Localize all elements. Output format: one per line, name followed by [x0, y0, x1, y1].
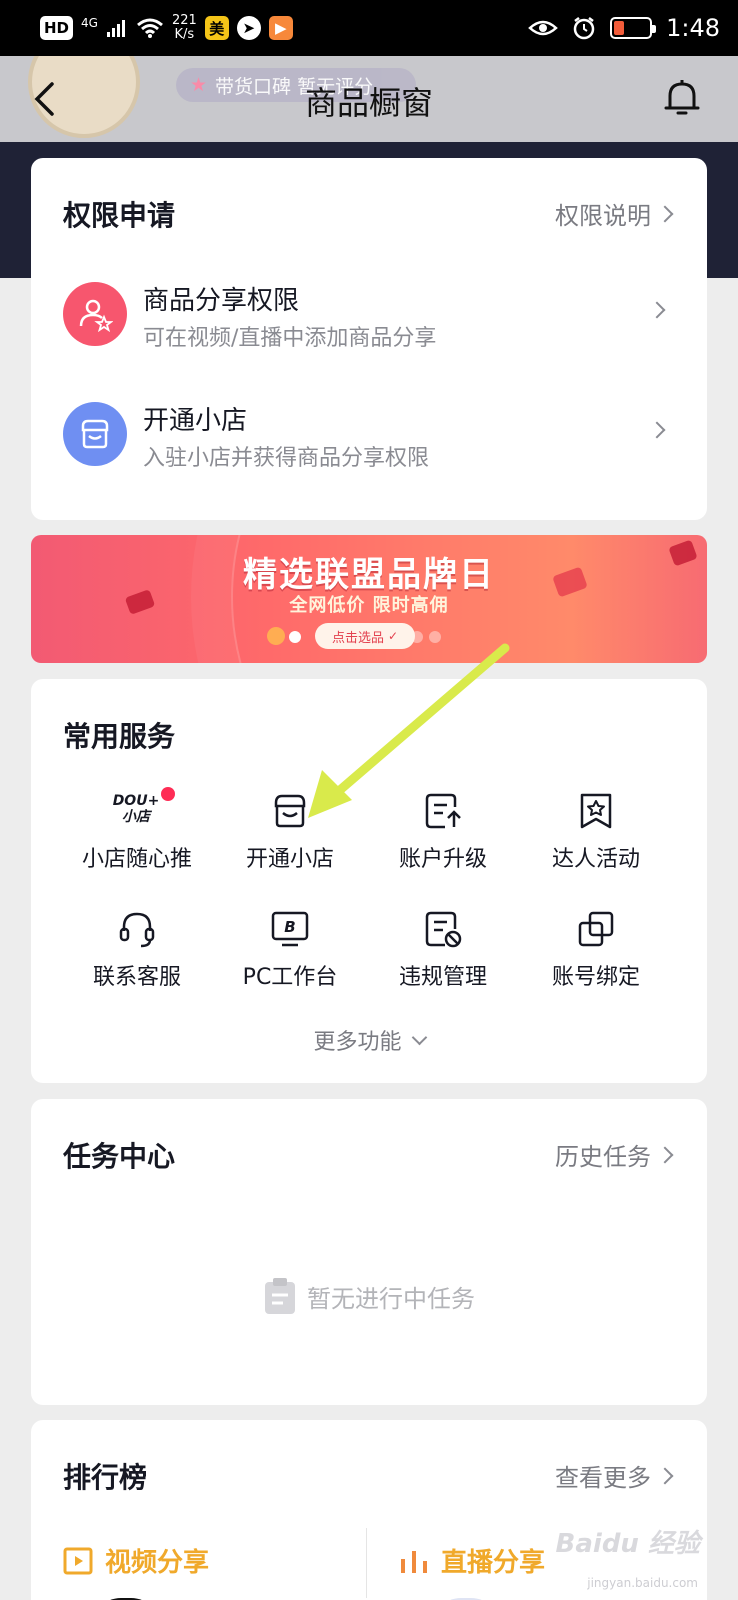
task-history-link[interactable]: 历史任务	[555, 1137, 674, 1172]
bell-icon	[664, 80, 700, 115]
watermark-url: jingyan.baidu.com	[587, 1576, 698, 1590]
tab-live-share-label: 直播分享	[441, 1548, 546, 1578]
banner-dot[interactable]	[429, 631, 441, 643]
more-features-label: 更多功能	[313, 1030, 402, 1055]
link-copy-icon	[578, 911, 614, 947]
permissions-info-link[interactable]: 权限说明	[555, 196, 674, 231]
live-bars-icon	[401, 1550, 427, 1573]
service-account-upgrade[interactable]: 账户升级	[367, 791, 519, 891]
service-label: 账号绑定	[551, 965, 640, 990]
service-label: 开通小店	[245, 847, 334, 872]
header: ★ 带货口碑 暂无评分 商品橱窗	[0, 56, 738, 142]
services-title: 常用服务	[63, 720, 176, 753]
permission-item-store[interactable]: 开通小店 入驻小店并获得商品分享权限	[31, 384, 707, 484]
service-pc-workbench[interactable]: B PC工作台	[214, 909, 366, 1009]
permissions-card: 权限申请 权限说明 商品分享权限 可在视频/直播中添加商品分享 开通小店 入驻小…	[31, 158, 707, 520]
service-label: 违规管理	[398, 965, 487, 990]
notification-button[interactable]	[660, 76, 704, 120]
service-customer-support[interactable]: 联系客服	[61, 909, 213, 1009]
tab-video-share-label: 视频分享	[105, 1548, 210, 1578]
tasks-card: 任务中心 历史任务 暂无进行中任务	[31, 1099, 707, 1405]
service-label: 达人活动	[551, 847, 640, 872]
service-label: 联系客服	[92, 965, 181, 990]
clock: 1:48	[666, 14, 720, 42]
wifi-icon	[136, 18, 163, 38]
more-features-button[interactable]: 更多功能	[31, 1024, 707, 1056]
coin-decoration	[264, 624, 288, 648]
services-card: 常用服务 DOU+ 小店 小店随心推 开通小店 账户升级 达人活动 联系客服 B…	[31, 679, 707, 1083]
meituan-app-icon: 美	[204, 16, 229, 40]
ranking-card: 排行榜 查看更多 视频分享 直播分享	[31, 1420, 707, 1600]
check-circle-icon: ✓	[387, 629, 399, 643]
hd-indicator: HD	[40, 16, 74, 40]
network-type: 4G	[81, 16, 98, 30]
violation-doc-icon	[425, 911, 462, 948]
status-right: 1:48	[528, 14, 720, 42]
status-left: HD 4G 221 K/s 美 ➤ ▶	[40, 14, 293, 42]
tasks-title: 任务中心	[63, 1140, 176, 1173]
tab-live-share[interactable]: 直播分享	[399, 1542, 545, 1579]
chevron-right-icon	[648, 301, 666, 319]
service-creator-activity[interactable]: 达人活动	[520, 791, 672, 891]
empty-task-text: 暂无进行中任务	[307, 1284, 475, 1313]
chevron-right-icon	[656, 1467, 674, 1484]
empty-task-state: 暂无进行中任务	[31, 1277, 707, 1315]
clipboard-icon	[265, 1278, 295, 1314]
chevron-down-icon	[411, 1029, 427, 1045]
permission-item-share-desc: 可在视频/直播中添加商品分享	[143, 326, 437, 351]
video-app-icon: ▶	[268, 16, 293, 40]
net-speed-unit: K/s	[174, 27, 195, 42]
permission-item-share-title: 商品分享权限	[143, 286, 300, 316]
net-speed-value: 221	[171, 13, 197, 28]
video-play-icon	[63, 1547, 93, 1574]
svg-text:B: B	[284, 918, 295, 936]
permissions-title: 权限申请	[63, 199, 176, 232]
account-upgrade-icon	[425, 793, 461, 829]
badge-star-icon	[580, 793, 612, 829]
status-bar: HD 4G 221 K/s 美 ➤ ▶ 1:48	[0, 0, 738, 56]
chevron-right-icon	[656, 1146, 674, 1163]
divider	[366, 1528, 367, 1598]
banner-select-label: 点击选品	[331, 630, 384, 646]
ranking-title: 排行榜	[63, 1461, 148, 1494]
notification-dot	[161, 787, 175, 801]
permissions-info-label: 权限说明	[555, 202, 651, 230]
service-account-binding[interactable]: 账号绑定	[520, 909, 672, 1009]
store-icon	[274, 794, 306, 828]
watermark-logo: Baidu 经验	[555, 1529, 700, 1559]
user-star-icon	[63, 282, 127, 346]
banner-title: 精选联盟品牌日	[243, 555, 495, 595]
permission-item-share[interactable]: 商品分享权限 可在视频/直播中添加商品分享	[31, 264, 707, 364]
permission-item-store-desc: 入驻小店并获得商品分享权限	[143, 446, 430, 471]
banner-select-button[interactable]: 点击选品 ✓	[315, 623, 415, 649]
signal-icon	[106, 20, 125, 37]
battery-icon	[610, 17, 657, 39]
store-icon	[63, 402, 127, 466]
ranking-more-label: 查看更多	[555, 1464, 651, 1492]
service-label: PC工作台	[242, 965, 338, 990]
banner-subtitle: 全网低价 限时高佣	[289, 595, 449, 616]
navigation-app-icon: ➤	[236, 16, 261, 40]
service-label: 小店随心推	[81, 847, 192, 872]
page-title: 商品橱窗	[304, 84, 433, 122]
promo-banner[interactable]: 精选联盟品牌日 全网低价 限时高佣 点击选品 ✓	[31, 535, 707, 663]
chevron-right-icon	[656, 205, 674, 222]
tab-video-share[interactable]: 视频分享	[63, 1542, 209, 1579]
banner-dot-active[interactable]	[289, 631, 301, 643]
headset-icon	[119, 912, 155, 948]
chevron-right-icon	[648, 421, 666, 439]
permission-item-store-title: 开通小店	[143, 406, 248, 436]
dou-plus-logo-bottom: 小店	[122, 809, 150, 825]
service-label: 账户升级	[398, 847, 487, 872]
monitor-b-icon: B	[271, 911, 309, 947]
alarm-icon	[573, 17, 595, 40]
net-speed: 221 K/s	[172, 14, 197, 42]
service-open-store[interactable]: 开通小店	[214, 791, 366, 891]
service-dou-plus-store[interactable]: DOU+ 小店 小店随心推	[61, 787, 213, 891]
eye-comfort-icon	[528, 20, 558, 36]
task-history-label: 历史任务	[555, 1143, 651, 1171]
service-violation-management[interactable]: 违规管理	[367, 909, 519, 1009]
ranking-more-link[interactable]: 查看更多	[555, 1458, 674, 1493]
